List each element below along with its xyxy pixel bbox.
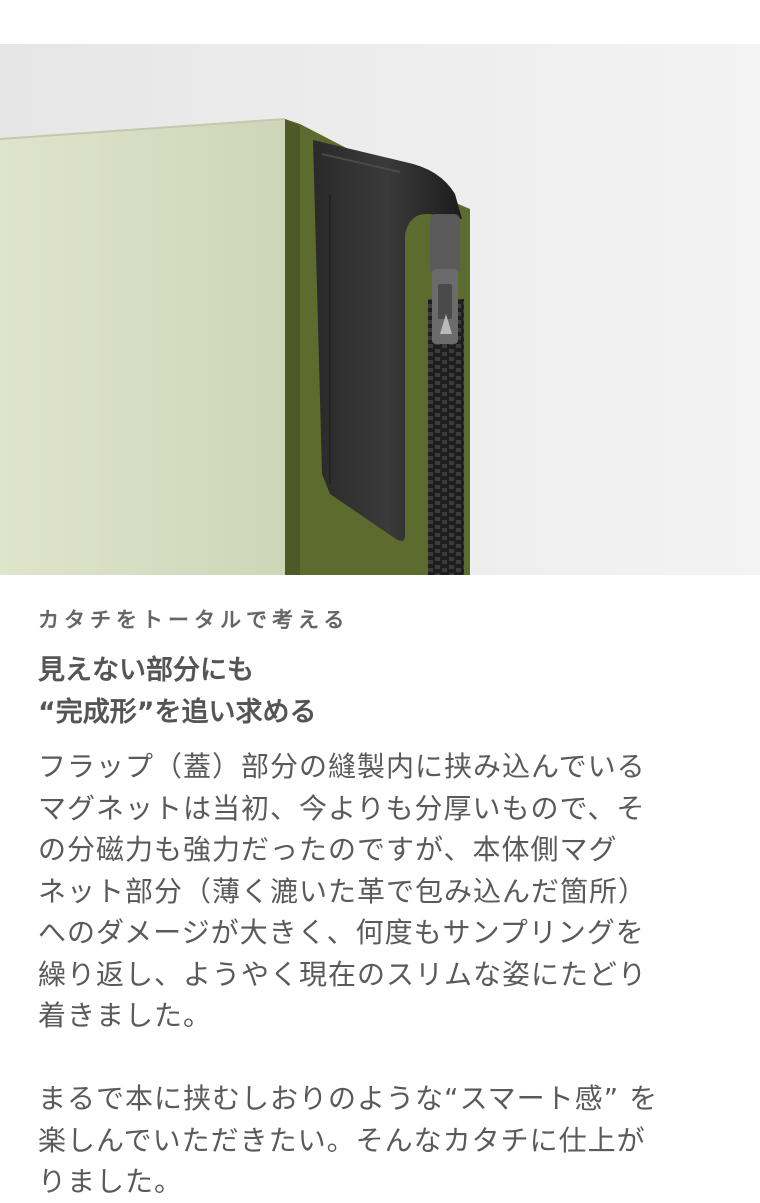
section-eyebrow: カタチをトータルで考える [38, 608, 350, 632]
body-line: マグネットは当初、今よりも分厚いもので、そ [38, 791, 646, 825]
body-line: 繰り返し、ようやく現在のスリムな姿にたどり [38, 957, 648, 991]
body-line: 着きました。 [38, 999, 213, 1032]
product-photo [0, 44, 760, 575]
body-line: りました。 [38, 1165, 184, 1198]
body-line: の分磁力も強力だったのですが、本体側マグ [38, 833, 618, 866]
section-headline: 見えない部分にも “完成形”を追い求める [38, 650, 718, 734]
headline-line: “完成形”を追い求める [38, 697, 317, 728]
headline-line: 見えない部分にも [38, 655, 254, 686]
feature-description: カタチをトータルで考える 見えない部分にも “完成形”を追い求める フラップ（蓋… [38, 604, 718, 1203]
body-line: へのダメージが大きく、何度もサンプリングを [38, 916, 645, 949]
product-photo-illustration [0, 44, 760, 575]
body-copy: フラップ（蓋）部分の縫製内に挟み込んでいる マグネットは当初、今よりも分厚いもの… [38, 746, 718, 1203]
body-line: フラップ（蓋）部分の縫製内に挟み込んでいる [38, 750, 646, 783]
zipper-slider [430, 214, 460, 274]
body-line: 楽しんでいただきたい。そんなカタチに仕上が [38, 1123, 646, 1157]
book-cover [0, 119, 285, 575]
body-line: まるで本に挟むしおりのような“スマート感” を [38, 1082, 659, 1115]
body-line: ネット部分（薄く漉いた革で包み込んだ箇所） [38, 874, 648, 908]
